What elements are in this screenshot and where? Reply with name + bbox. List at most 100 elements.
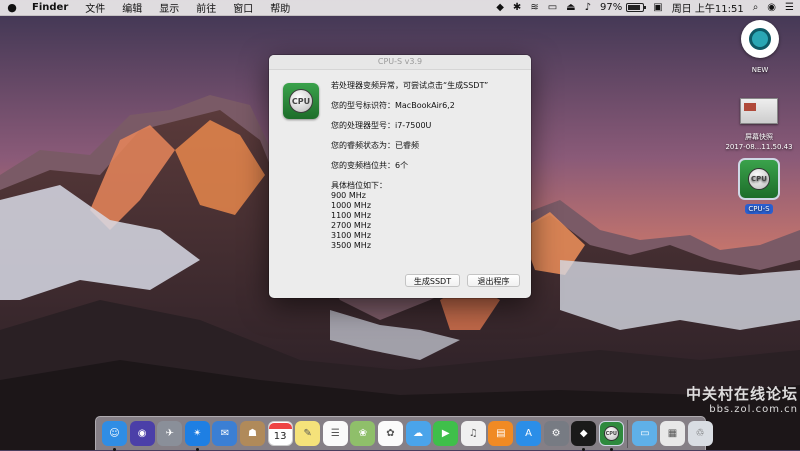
calendar-day: 13 [273, 430, 287, 442]
hint-line: 若处理器变频异常，可尝试点击“生成SSDT” [331, 81, 489, 90]
cpu-s-dialog: CPU-S v3.9 CPU 若处理器变频异常，可尝试点击“生成SSDT” 您的… [269, 55, 531, 298]
notification-center-icon[interactable]: ☰ [785, 2, 794, 13]
dialog-title: CPU-S v3.9 [269, 55, 531, 70]
siri-icon[interactable]: ◉ [767, 2, 776, 13]
screenshot-name: 屏幕快照 [745, 133, 773, 141]
wifi-icon[interactable]: ≋ [530, 2, 538, 13]
processor-model-line: 您的处理器型号：i7-7500U [331, 121, 432, 130]
menu-view[interactable]: 显示 [159, 0, 179, 15]
dock-item-qq[interactable]: ◆ [571, 421, 597, 446]
dock-item-messages-bubble[interactable]: ☁ [405, 421, 431, 446]
spotlight-icon[interactable]: ⌕ [753, 2, 759, 13]
app-store-icon: A [525, 428, 532, 439]
dock-item-cpu-s[interactable]: CPU [598, 421, 624, 446]
launchpad-icon: ✈ [165, 428, 174, 439]
menu-go[interactable]: 前往 [196, 0, 216, 15]
menu-edit[interactable]: 编辑 [122, 0, 142, 15]
preview-icon: ❀ [358, 428, 368, 439]
dock-item-system-preferences[interactable]: ⚙ [543, 421, 569, 446]
screenshot-thumbnail-icon [740, 98, 778, 124]
level-item: 3100 MHz [331, 231, 372, 240]
level-item: 1100 MHz [331, 211, 372, 220]
clipboard-icon: ▦ [667, 428, 678, 439]
menu-extras: ◆ ✱ ≋ ▭ ⏏ ♪ 97% ▣ 周日 上午11:51 ⌕ ◉ ☰ [487, 0, 794, 15]
menu-window[interactable]: 窗口 [233, 0, 253, 15]
ibooks-icon: ▤ [496, 428, 506, 439]
battery-icon[interactable] [626, 3, 647, 12]
dock-item-reminders[interactable]: ☰ [322, 421, 348, 446]
menu-finder[interactable]: Finder [32, 2, 68, 13]
level-count-line: 您的变频档位共：6个 [331, 161, 409, 170]
level-item: 3500 MHz [331, 241, 372, 250]
siri-icon: ◉ [137, 428, 147, 439]
desktop-icon-label: 屏幕快照 2017-08...11.50.43 [719, 132, 799, 152]
dock-item-ibooks[interactable]: ▤ [488, 421, 514, 446]
watermark-title: 中关村在线论坛 [685, 385, 798, 403]
levels-header: 具体档位如下： [331, 181, 387, 190]
watermark-url: bbs.zol.com.cn [709, 404, 798, 415]
volume-icon[interactable]: ♪ [585, 2, 591, 13]
desktop-icon-screenshot[interactable]: 屏幕快照 2017-08...11.50.43 [719, 98, 799, 152]
dock-item-notes[interactable]: ✎ [295, 421, 321, 446]
safari-icon: ✴ [193, 428, 202, 439]
input-source-icon[interactable]: ▣ [653, 2, 662, 13]
menu-file[interactable]: 文件 [85, 0, 105, 15]
bluetooth-icon[interactable]: ✱ [513, 2, 521, 13]
dock-item-folder[interactable]: ▭ [632, 421, 658, 446]
dock-item-contacts[interactable]: ☗ [240, 421, 265, 446]
model-identifier-line: 您的型号标识符：MacBookAir6,2 [331, 101, 455, 110]
disk-image-icon [741, 20, 779, 58]
finder-icon: ☺ [109, 428, 120, 439]
dock-item-calendar[interactable]: 13 [267, 421, 293, 446]
dock-item-finder[interactable]: ☺ [102, 421, 127, 446]
dock-item-photos[interactable]: ✿ [378, 421, 403, 446]
dock-item-itunes[interactable]: ♫ [460, 421, 486, 446]
menu-help[interactable]: 帮助 [270, 0, 290, 15]
level-item: 900 MHz [331, 191, 366, 200]
system-preferences-icon: ⚙ [551, 428, 561, 439]
itunes-icon: ♫ [468, 428, 478, 439]
cpu-s-app-icon: CPU [738, 158, 780, 200]
cpu-chip-icon: CPU [603, 426, 619, 441]
dock: ☺ ◉ ✈ ✴ ✉ ☗ 13 ✎ ☰ ❀ ✿ ☁ ▶ ♫ ▤ A ⚙ ◆ CPU ▭ ▦ ♲ [95, 416, 713, 451]
dock-item-preview[interactable]: ❀ [350, 421, 376, 446]
level-item: 1000 MHz [331, 201, 372, 210]
dialog-message: 若处理器变频异常，可尝试点击“生成SSDT” 您的型号标识符：MacBookAi… [331, 81, 488, 251]
dock-item-launchpad[interactable]: ✈ [157, 421, 183, 446]
dock-separator [627, 420, 629, 448]
mail-icon: ✉ [220, 428, 230, 439]
reminders-icon: ☰ [330, 428, 340, 439]
menu-clock[interactable]: 周日 上午11:51 [672, 0, 744, 15]
qq-status-icon[interactable]: ◆ [496, 2, 504, 13]
dock-item-app-store[interactable]: A [516, 421, 541, 446]
level-item: 2700 MHz [331, 221, 372, 230]
cpu-chip-icon: CPU [748, 168, 770, 190]
cpu-chip-icon: CPU [289, 89, 313, 113]
contacts-icon: ☗ [248, 428, 257, 439]
menu-bar: ● Finder 文件 编辑 显示 前往 窗口 帮助 ◆ ✱ ≋ ▭ ⏏ ♪ 9… [0, 0, 800, 16]
quit-button[interactable]: 退出程序 [467, 274, 520, 287]
dock-item-siri[interactable]: ◉ [129, 421, 155, 446]
dock-item-trash[interactable]: ♲ [687, 421, 713, 446]
dock-item-safari[interactable]: ✴ [184, 421, 210, 446]
dock-item-clipboard[interactable]: ▦ [660, 421, 685, 446]
generate-ssdt-button[interactable]: 生成SSDT [405, 274, 460, 287]
desktop-icon-cpu-s[interactable]: CPU CPU-S [736, 158, 782, 214]
screenshot-date: 2017-08...11.50.43 [725, 143, 793, 151]
folder-icon: ▭ [640, 428, 650, 439]
trash-icon: ♲ [695, 428, 705, 439]
dock-item-mail[interactable]: ✉ [212, 421, 238, 446]
notes-icon: ✎ [303, 428, 312, 439]
turbo-status-line: 您的睿频状态为：已睿频 [331, 141, 419, 150]
eject-icon[interactable]: ⏏ [566, 2, 575, 13]
photos-icon: ✿ [386, 428, 395, 439]
desktop-icon-label: CPU-S [745, 204, 773, 214]
desktop-icon-new[interactable]: NEW [739, 20, 781, 74]
apple-menu-icon[interactable]: ● [6, 1, 18, 14]
cpu-s-app-icon: CPU [283, 83, 319, 119]
dock-item-facetime[interactable]: ▶ [433, 421, 459, 446]
airplay-icon[interactable]: ▭ [548, 2, 557, 13]
facetime-icon: ▶ [441, 428, 450, 439]
qq-icon: ◆ [579, 428, 588, 439]
battery-percent: 97% [600, 2, 623, 13]
